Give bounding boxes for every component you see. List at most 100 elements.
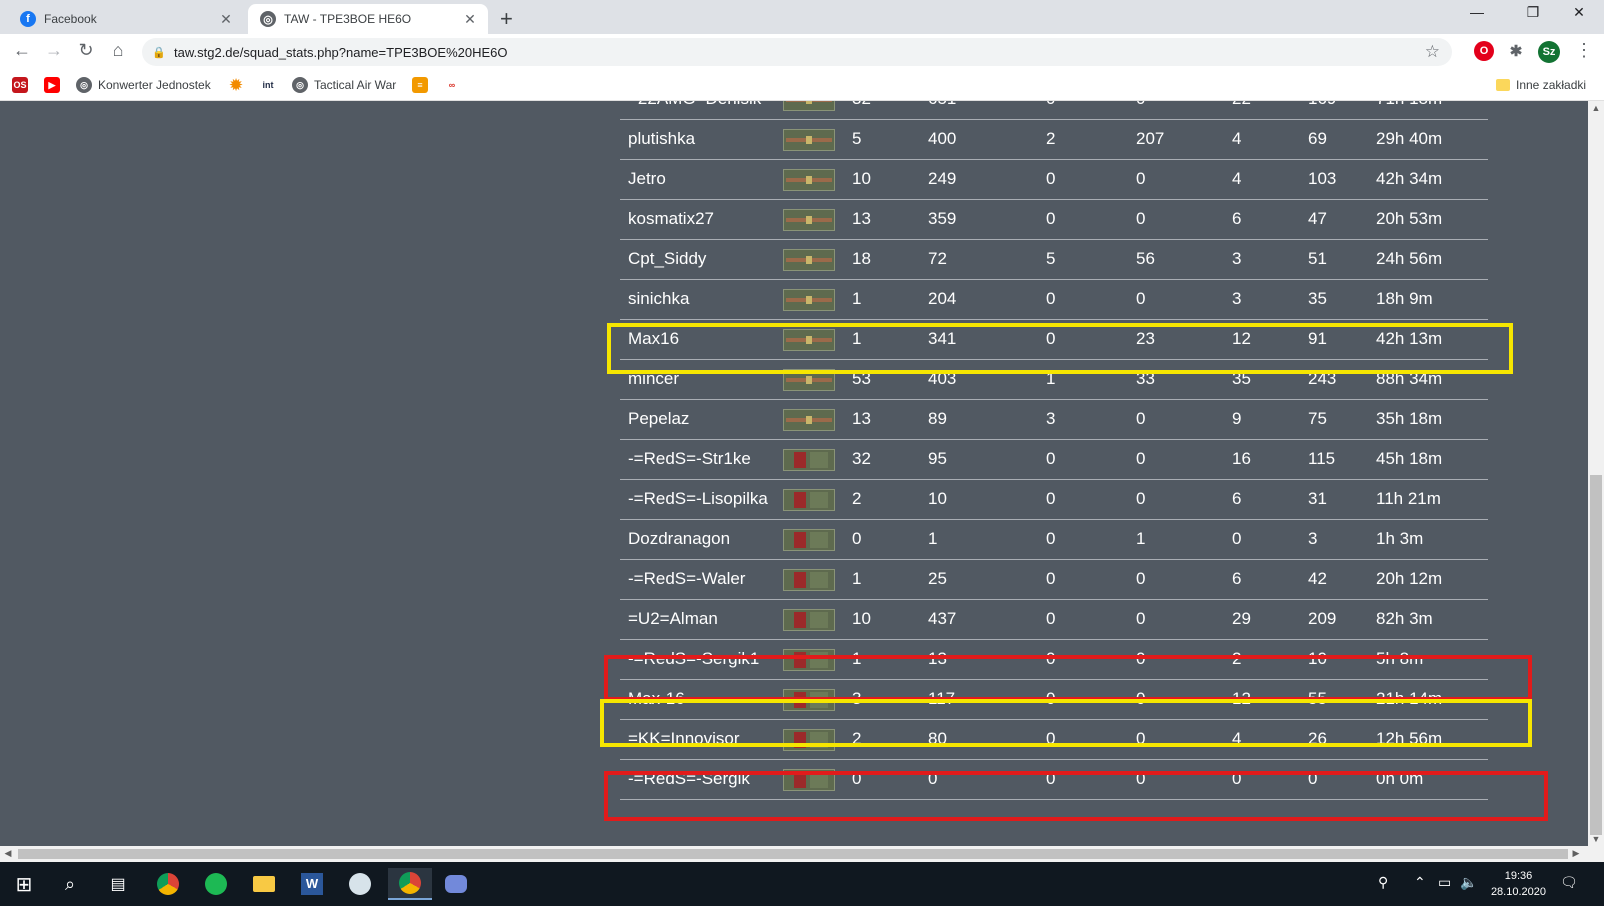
stat-cell-2: 359: [928, 209, 957, 228]
scroll-up-arrow[interactable]: ▲: [1588, 103, 1604, 113]
browser-toolbar: ← → ↻ ⌂ 🔒 taw.stg2.de/squad_stats.php?na…: [0, 34, 1604, 70]
scroll-left-arrow[interactable]: ◀: [0, 848, 16, 859]
url-text: taw.stg2.de/squad_stats.php?name=TPE3BOE…: [174, 44, 508, 60]
player-name[interactable]: Dozdranagon: [628, 529, 730, 549]
notifications-icon[interactable]: 🗨: [1560, 874, 1578, 891]
stat-cell-4: 56: [1136, 249, 1155, 268]
tab-strip: f Facebook ✕ ◎ TAW - TPE3BOE HE6O ✕ + — …: [0, 0, 1604, 34]
other-bookmarks[interactable]: Inne zakładki: [1496, 76, 1586, 94]
windows-taskbar: ⊞ ⌕ ▤ W ⚲ ⌃ ▭ 🔈 19:36 28.10.2020 🗨: [0, 862, 1604, 906]
home-icon[interactable]: ⌂: [106, 40, 130, 61]
stat-cell-2: 95: [928, 449, 947, 468]
word-icon[interactable]: W: [294, 868, 330, 900]
windows-start-icon[interactable]: ⊞: [6, 868, 42, 900]
stat-cell-4: 0: [1136, 409, 1146, 428]
stat-cell-7: 18h 9m: [1376, 289, 1433, 308]
stat-cell-3: 0: [1046, 289, 1056, 308]
task-view-icon[interactable]: ▤: [100, 868, 136, 900]
player-name[interactable]: Jetro: [628, 169, 666, 189]
stat-cell-2: 437: [928, 609, 957, 628]
bookmark-konwerter[interactable]: ◎ Konwerter Jednostek: [76, 76, 211, 94]
sun-icon: ✹: [229, 77, 243, 94]
stat-cell-2: 651: [928, 101, 956, 109]
bookmark-tactical-air-war[interactable]: ◎ Tactical Air War: [292, 76, 396, 94]
stat-cell-5: 6: [1232, 489, 1242, 508]
horizontal-scrollbar[interactable]: ◀ ▶: [0, 846, 1604, 862]
search-icon[interactable]: ⌕: [52, 868, 88, 900]
player-name[interactable]: =U2=Alman: [628, 609, 718, 629]
bookmark-os[interactable]: OS: [12, 76, 34, 94]
other-bookmarks-label: Inne zakładki: [1516, 78, 1587, 92]
reload-icon[interactable]: ↻: [74, 40, 98, 61]
tab-facebook[interactable]: f Facebook ✕: [8, 4, 244, 34]
stack-icon: ≡: [412, 77, 428, 93]
volume-icon[interactable]: 🔈: [1460, 874, 1477, 891]
stat-cell-7: 1h 3m: [1376, 529, 1424, 548]
bookmark-youtube[interactable]: ▶: [44, 76, 66, 94]
bookmark-int[interactable]: int: [260, 76, 282, 94]
stat-cell-3: 0: [1046, 209, 1056, 228]
player-name[interactable]: Pepelaz: [628, 409, 689, 429]
bookmark-star-icon[interactable]: ☆: [1425, 42, 1440, 62]
globe-icon: ◎: [76, 77, 92, 93]
stat-cell-2: 10: [928, 489, 947, 508]
player-name[interactable]: Cpt_Siddy: [628, 249, 706, 269]
chrome-icon[interactable]: [150, 868, 186, 900]
stat-cell-3: 3: [1046, 409, 1056, 428]
back-arrow-icon[interactable]: ←: [10, 40, 34, 61]
player-name[interactable]: -=RedS=-Str1ke: [628, 449, 751, 469]
player-name[interactable]: sinichka: [628, 289, 689, 309]
rank-insignia-icon: [783, 569, 835, 591]
network-icon[interactable]: ▭: [1438, 874, 1451, 891]
table-row: -=RedS=-Str1ke 32 95 0 0 16 115 45h 18m: [620, 439, 1488, 480]
system-clock[interactable]: 19:36 28.10.2020: [1491, 868, 1546, 900]
show-hidden-icons-chevron-icon[interactable]: ⌃: [1414, 874, 1426, 891]
tab-taw[interactable]: ◎ TAW - TPE3BOE HE6O ✕: [248, 4, 488, 34]
scroll-right-arrow[interactable]: ▶: [1568, 848, 1584, 859]
bookmark-link[interactable]: ∞: [444, 76, 466, 94]
horizontal-scroll-thumb[interactable]: [18, 849, 1568, 859]
minimize-button[interactable]: —: [1454, 4, 1500, 20]
file-explorer-icon[interactable]: [246, 868, 282, 900]
stat-cell-5: 9: [1232, 409, 1242, 428]
bookmark-stack[interactable]: ≡: [412, 76, 434, 94]
vertical-scroll-thumb[interactable]: [1590, 475, 1602, 835]
stat-cell-5: 4: [1232, 129, 1242, 148]
stat-cell-1: 32: [852, 101, 871, 109]
paint-icon[interactable]: [342, 868, 378, 900]
int-icon: int: [262, 80, 274, 90]
link-icon: ∞: [448, 80, 456, 90]
stat-cell-5: 3: [1232, 289, 1242, 308]
opera-extension-icon[interactable]: O: [1474, 41, 1494, 61]
people-icon[interactable]: ⚲: [1378, 874, 1388, 891]
player-name[interactable]: -=RedS=-Waler: [628, 569, 745, 589]
vertical-scrollbar[interactable]: ▲ ▼: [1588, 101, 1604, 846]
restore-button[interactable]: ❐: [1510, 4, 1556, 21]
player-name[interactable]: =22AMG=Denisik: [628, 101, 761, 109]
puzzle-extensions-icon[interactable]: ✱: [1506, 41, 1526, 61]
profile-avatar[interactable]: Sz: [1538, 41, 1560, 63]
stat-cell-3: 0: [1046, 101, 1055, 109]
new-tab-button[interactable]: +: [500, 6, 513, 32]
stat-cell-7: 42h 34m: [1376, 169, 1443, 188]
stat-cell-1: 18: [852, 249, 871, 268]
address-bar[interactable]: 🔒 taw.stg2.de/squad_stats.php?name=TPE3B…: [142, 38, 1452, 66]
discord-icon[interactable]: [438, 868, 474, 900]
bookmark-sun[interactable]: ✹: [228, 76, 250, 94]
forward-arrow-icon[interactable]: →: [42, 40, 66, 61]
stat-cell-4: 207: [1136, 129, 1165, 148]
scroll-down-arrow[interactable]: ▼: [1588, 834, 1604, 844]
close-tab-icon[interactable]: ✕: [216, 11, 236, 28]
spotify-icon[interactable]: [198, 868, 234, 900]
stat-cell-7: 82h 3m: [1376, 609, 1433, 628]
player-name[interactable]: plutishka: [628, 129, 695, 149]
player-name[interactable]: -=RedS=-Lisopilka: [628, 489, 768, 509]
close-window-button[interactable]: ✕: [1556, 4, 1602, 21]
stat-cell-3: 5: [1046, 249, 1056, 268]
menu-dots-icon[interactable]: ⋮: [1572, 40, 1596, 61]
player-name[interactable]: kosmatix27: [628, 209, 714, 229]
chrome-icon[interactable]: [388, 868, 432, 900]
close-tab-icon[interactable]: ✕: [460, 11, 480, 28]
stat-cell-7: 29h 40m: [1376, 129, 1443, 148]
rank-insignia-icon: [783, 609, 835, 631]
